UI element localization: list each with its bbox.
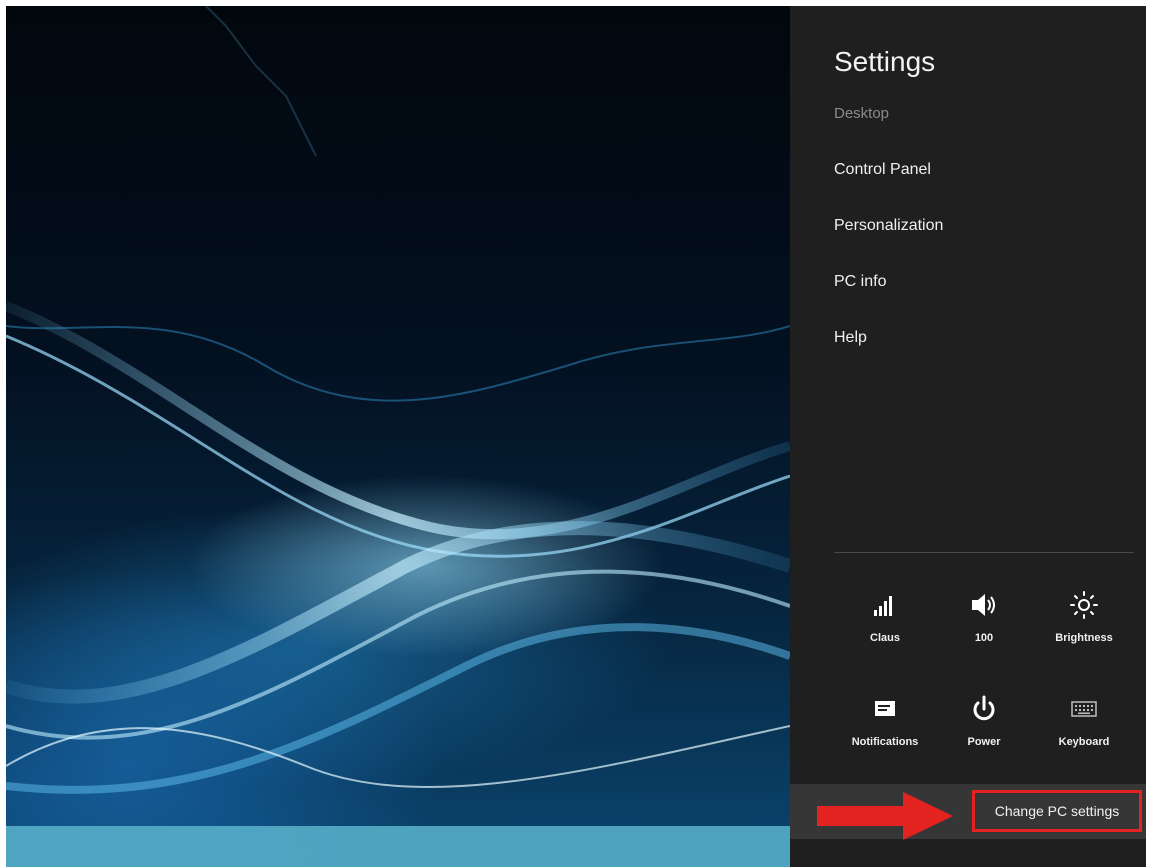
menu-item-help[interactable]: Help: [834, 329, 867, 347]
divider: [834, 552, 1134, 553]
tile-network[interactable]: Claus: [835, 590, 935, 660]
settings-charm: Settings Desktop Control Panel Personali…: [790, 6, 1146, 867]
tile-network-label: Claus: [870, 632, 900, 644]
tile-power[interactable]: Power: [934, 694, 1034, 764]
keyboard-icon: [1071, 701, 1097, 717]
desktop-wallpaper: [6, 6, 790, 867]
tile-volume[interactable]: 100: [934, 590, 1034, 660]
red-arrow-icon: [817, 792, 953, 840]
notifications-icon: [875, 701, 895, 716]
change-pc-settings-button[interactable]: Change PC settings: [972, 790, 1142, 832]
tile-power-label: Power: [967, 736, 1001, 748]
tile-notifications[interactable]: Notifications: [835, 694, 935, 764]
network-signal-icon: [874, 596, 892, 616]
brightness-icon: [1070, 591, 1098, 619]
wallpaper-swirls: [6, 6, 790, 794]
tile-keyboard-label: Keyboard: [1058, 736, 1110, 748]
menu-item-pc-info[interactable]: PC info: [834, 273, 886, 291]
power-icon: [973, 695, 995, 721]
menu-item-personalization[interactable]: Personalization: [834, 217, 943, 235]
taskbar: [6, 826, 790, 867]
menu-item-control-panel[interactable]: Control Panel: [834, 161, 931, 179]
tile-notifications-label: Notifications: [851, 736, 919, 748]
tile-volume-label: 100: [974, 632, 994, 644]
tile-brightness-label: Brightness: [1055, 632, 1113, 644]
charm-title: Settings: [834, 46, 936, 77]
charm-context-label: Desktop: [834, 105, 890, 122]
volume-icon: [972, 594, 995, 616]
tile-brightness[interactable]: Brightness: [1034, 590, 1134, 660]
tile-keyboard[interactable]: Keyboard: [1034, 694, 1134, 764]
